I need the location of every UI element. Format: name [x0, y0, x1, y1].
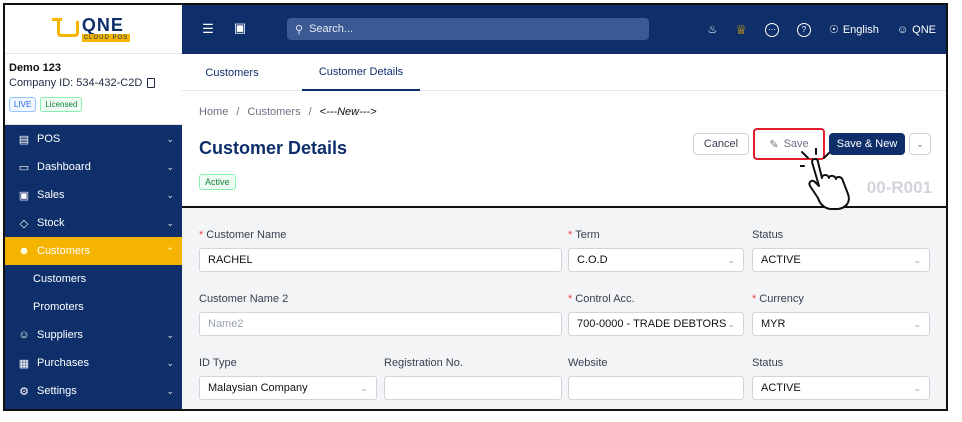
receipt-icon: ▤ [18, 133, 30, 146]
sidebar-item-stock[interactable]: ◇ Stock ⌄ [5, 209, 182, 237]
chevron-down-icon: ⌄ [727, 318, 735, 329]
customer-name2-label: Customer Name 2 [199, 293, 289, 305]
company-info: Demo 123 Company ID: 534-432-C2D LIVE Li… [5, 54, 182, 125]
box-icon: ◇ [19, 217, 29, 230]
brand-name: QNE [81, 15, 124, 35]
chevron-down-icon: ⌄ [166, 385, 174, 396]
chevron-down-icon: ⌄ [166, 133, 174, 144]
hand-pointer-icon [800, 148, 850, 210]
crown-icon[interactable]: ♕ [735, 22, 747, 38]
id-type-label: ID Type [199, 357, 237, 369]
customers-icon: ☻ [18, 245, 30, 257]
sidebar-item-suppliers[interactable]: ☺ Suppliers ⌄ [5, 321, 182, 349]
breadcrumb-current: <---New---> [319, 106, 377, 118]
chevron-down-icon: ⌄ [913, 382, 921, 393]
chevron-down-icon: ⌄ [360, 382, 368, 393]
customer-name-label: Customer Name [206, 229, 287, 241]
website-label: Website [568, 357, 608, 369]
cancel-button[interactable]: Cancel [693, 133, 749, 155]
id-type-select[interactable]: Malaysian Company ⌄ [199, 376, 377, 400]
status-badge: Active [199, 174, 236, 190]
registration-field[interactable] [384, 376, 562, 400]
breadcrumb: Home / Customers / <---New---> [199, 106, 377, 118]
live-badge: LIVE [9, 97, 37, 112]
page-title: Customer Details [199, 138, 348, 158]
status-select[interactable]: ACTIVE ⌄ [752, 248, 930, 272]
sidebar-item-dashboard[interactable]: ▭ Dashboard ⌄ [5, 153, 182, 181]
sidebar-item-purchases[interactable]: ▦ Purchases ⌄ [5, 349, 182, 377]
cart-logo-icon [51, 18, 79, 37]
company-id: Company ID: 534-432-C2D [9, 77, 143, 89]
tab-bar: Customers Customer Details [182, 54, 946, 91]
gear-icon: ⚙ [19, 385, 29, 398]
document-number: 00-R001 [866, 178, 932, 197]
chevron-down-icon: ⌄ [166, 217, 174, 228]
app-window: QNE CLOUD POS Demo 123 Company ID: 534-4… [3, 3, 948, 411]
user-icon: ☺ [896, 23, 909, 36]
chevron-down-icon: ⌄ [166, 161, 174, 172]
main-content: Customers Customer Details Home / Custom… [182, 54, 946, 409]
chevron-down-icon: ⌄ [916, 138, 924, 149]
term-label: Term [575, 229, 600, 241]
status2-label: Status [752, 357, 784, 369]
currency-select[interactable]: MYR ⌄ [752, 312, 930, 336]
cart-icon: ▣ [18, 189, 30, 202]
purchase-icon: ▦ [18, 357, 30, 370]
logo-area: QNE CLOUD POS [5, 5, 182, 54]
sidebar-subitem-customers[interactable]: Customers [5, 265, 182, 293]
search-icon: ⚲ [295, 23, 304, 36]
licensed-badge: Licensed [40, 97, 83, 112]
topbar: ☰ ▣ ⚲ Search... ♨ ♕ ⋯ ? ☉ English ☺ QNE [182, 5, 946, 54]
language-selector[interactable]: ☉ English [828, 23, 879, 37]
menu-collapse-icon[interactable]: ☰ [198, 21, 218, 37]
chevron-down-icon: ⌄ [166, 329, 174, 340]
chevron-up-icon: ⌃ [166, 245, 174, 256]
monitor-icon: ▭ [18, 161, 30, 174]
chevron-down-icon: ⌄ [166, 189, 174, 200]
user-menu[interactable]: ☺ QNE [897, 24, 936, 36]
more-options-button[interactable]: ⌄ [909, 133, 931, 155]
sidebar-subitem-promoters[interactable]: Promoters [5, 293, 182, 321]
customer-name2-field[interactable]: Name2 [199, 312, 562, 336]
help-icon[interactable]: ? [796, 22, 811, 37]
term-select[interactable]: C.O.D ⌄ [568, 248, 744, 272]
tab-customer-details[interactable]: Customer Details [302, 54, 420, 91]
sidebar-nav: ▤ POS ⌄ ▭ Dashboard ⌄ ▣ Sales ⌄ ◇ Stock … [5, 125, 182, 405]
chevron-down-icon: ⌄ [727, 254, 735, 265]
sidebar-item-pos[interactable]: ▤ POS ⌄ [5, 125, 182, 153]
control-acc-label: Control Acc. [575, 293, 635, 305]
chevron-down-icon: ⌄ [913, 254, 921, 265]
sidebar: QNE CLOUD POS Demo 123 Company ID: 534-4… [5, 5, 182, 409]
chevron-down-icon: ⌄ [913, 318, 921, 329]
pencil-icon: ✎ [769, 138, 779, 151]
website-field[interactable] [568, 376, 744, 400]
customer-form: * Customer Name RACHEL * Term C.O.D ⌄ Statu… [182, 208, 946, 409]
status2-select[interactable]: ACTIVE ⌄ [752, 376, 930, 400]
currency-label: Currency [759, 293, 804, 305]
logo: QNE CLOUD POS [51, 15, 131, 42]
bell-icon[interactable]: ♨ [707, 23, 717, 36]
control-acc-select[interactable]: 700-0000 - TRADE DEBTORS ⌄ [568, 312, 744, 336]
customer-name-field[interactable]: RACHEL [199, 248, 562, 272]
globe-icon: ☉ [828, 24, 839, 36]
supplier-icon: ☺ [18, 329, 30, 341]
sidebar-item-settings[interactable]: ⚙ Settings ⌄ [5, 377, 182, 405]
breadcrumb-home[interactable]: Home [199, 106, 228, 118]
registration-label: Registration No. [384, 357, 463, 369]
status-label: Status [752, 229, 784, 241]
chat-icon[interactable]: ⋯ [764, 22, 779, 37]
brand-sub: CLOUD POS [81, 34, 131, 42]
sidebar-item-sales[interactable]: ▣ Sales ⌄ [5, 181, 182, 209]
lock-icon[interactable]: ▣ [230, 20, 250, 36]
tab-customers[interactable]: Customers [182, 54, 282, 91]
sidebar-item-customers[interactable]: ☻ Customers ⌃ [5, 237, 182, 265]
company-name: Demo 123 [9, 62, 61, 74]
copy-icon[interactable] [147, 78, 156, 88]
chevron-down-icon: ⌄ [166, 357, 174, 368]
search-input[interactable]: ⚲ Search... [287, 18, 649, 40]
breadcrumb-customers[interactable]: Customers [247, 106, 300, 118]
